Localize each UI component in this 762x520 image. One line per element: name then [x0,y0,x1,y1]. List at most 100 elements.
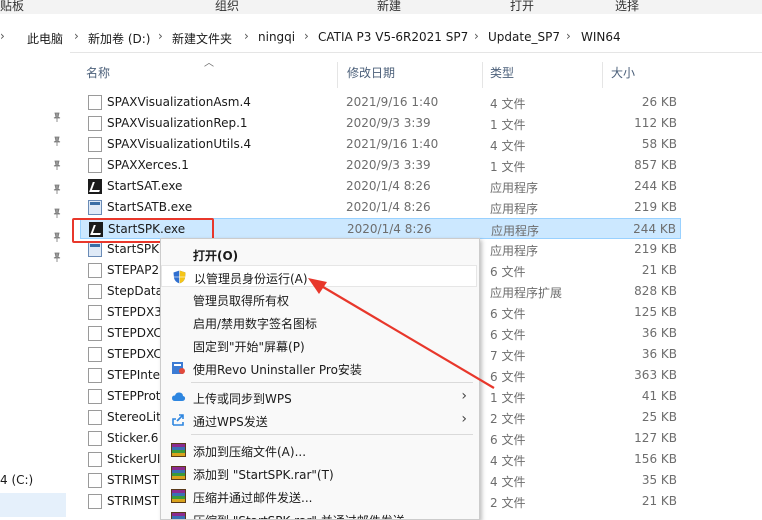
file-name: SPAXXerces.1 [107,158,189,172]
file-name: SPAXVisualizationRep.1 [107,116,248,130]
ribbon-strip: 贴板 组织 新建 打开 选择 [0,0,762,14]
file-name: STEPAP2 [107,263,160,277]
uac-shield-icon [173,270,186,284]
menu-item-label: 添加到 "StartSPK.rar"(T) [193,468,334,482]
address-bar[interactable]: › 此电脑 › 新加卷 (D:) › 新建文件夹 › ningqi › CATI… [0,22,762,53]
file-size: 112 KB [634,116,677,130]
menu-item-run-as-admin[interactable]: 以管理员身份运行(A) [161,265,477,287]
pin-icon [53,252,61,262]
file-icon [88,305,102,320]
ribbon-new-label[interactable]: 新建 [377,0,401,14]
breadcrumb-item-new-folder[interactable]: 新建文件夹 [172,30,232,47]
menu-item-wps-send[interactable]: 通过WPS发送 › [161,409,477,431]
file-row[interactable]: StartSATB.exe 2020/1/4 8:26 应用程序 219 KB [80,197,681,218]
menu-item-revo-install[interactable]: 使用Revo Uninstaller Pro安装 [161,357,477,379]
chevron-right-icon[interactable]: › [474,29,479,43]
column-divider[interactable] [337,62,338,88]
file-name: StereoLit [107,410,161,424]
menu-item-compress-and-email[interactable]: 压缩并通过邮件发送... [161,485,477,507]
nav-item-drive-c[interactable]: 4 (C:) [0,473,33,487]
file-type: 4 文件 [490,139,526,153]
ribbon-clipboard-label[interactable]: 贴板 [0,0,24,14]
file-size: 156 KB [634,452,677,466]
file-icon [88,263,102,278]
chevron-right-icon[interactable]: › [244,29,249,43]
file-type: 应用程序 [490,244,539,258]
file-row[interactable]: SPAXVisualizationAsm.4 2021/9/16 1:40 4 文件… [80,92,681,113]
breadcrumb-item-this-pc[interactable]: 此电脑 [27,30,63,47]
menu-item-add-to-archive[interactable]: 添加到压缩文件(A)... [161,439,477,461]
file-name: STEPInte [107,368,160,382]
column-divider[interactable] [602,62,603,88]
file-size: 244 KB [633,222,676,236]
file-name: STEPDX3 [107,305,162,319]
chevron-right-icon[interactable]: › [304,29,309,43]
file-icon [88,158,102,173]
pin-icon [53,160,61,170]
menu-item-wps-sync[interactable]: 上传或同步到WPS › [161,386,477,408]
chevron-right-icon[interactable]: › [74,29,79,43]
file-date: 2020/9/3 3:39 [346,158,431,172]
menu-item-signature-icon[interactable]: 启用/禁用数字签名图标 [161,311,477,333]
file-icon [88,326,102,341]
file-type: 6 文件 [490,265,526,279]
breadcrumb-item-update-sp7[interactable]: Update_SP7 [488,30,560,44]
file-row[interactable]: SPAXVisualizationUtils.4 2021/9/16 1:40 4 … [80,134,681,155]
menu-item-label: 压缩并通过邮件发送... [193,491,313,505]
menu-item-label: 上传或同步到WPS [193,392,292,406]
chevron-right-icon[interactable]: › [158,29,163,43]
menu-item-take-ownership[interactable]: 管理员取得所有权 [161,288,477,310]
application-icon [88,200,102,215]
ribbon-open-label[interactable]: 打开 [510,0,534,14]
chevron-right-icon[interactable]: › [566,29,571,43]
menu-item-add-to-startspk-rar[interactable]: 添加到 "StartSPK.rar"(T) [161,462,477,484]
menu-item-pin-to-start[interactable]: 固定到"开始"屏幕(P) [161,334,477,356]
column-header-size[interactable]: 大小 [611,64,635,86]
file-type: 应用程序 [490,202,539,216]
menu-item-open[interactable]: 打开(O) [161,243,477,265]
breadcrumb-item-win64[interactable]: WIN64 [581,30,621,44]
file-date: 2020/1/4 8:26 [346,200,431,214]
file-size: 857 KB [634,158,677,172]
revo-uninstaller-icon [172,362,185,374]
breadcrumb-item-catia[interactable]: CATIA P3 V5-6R2021 SP7 [318,30,468,44]
file-size: 25 KB [641,410,677,424]
breadcrumb-item-drive-d[interactable]: 新加卷 (D:) [88,30,150,47]
column-header-type[interactable]: 类型 [490,64,514,86]
column-header-date[interactable]: 修改日期 [347,64,395,86]
file-row[interactable]: StartSAT.exe 2020/1/4 8:26 应用程序 244 KB [80,176,681,197]
ribbon-organize-label[interactable]: 组织 [215,0,239,14]
file-row[interactable]: SPAXXerces.1 2020/9/3 3:39 1 文件 857 KB [80,155,681,176]
file-row[interactable]: SPAXVisualizationRep.1 2020/9/3 3:39 1 文件 1… [80,113,681,134]
nav-selected-item[interactable] [0,493,66,517]
file-size: 219 KB [634,200,677,214]
chevron-right-icon[interactable]: › [0,29,5,43]
file-type: 2 文件 [490,412,526,426]
file-name: STEPProt [107,389,161,403]
column-divider[interactable] [482,62,483,88]
menu-item-label: 打开(O) [193,249,239,263]
file-size: 41 KB [641,389,677,403]
breadcrumb-item-ningqi[interactable]: ningqi [258,30,295,44]
winrar-icon [171,466,186,480]
file-type: 应用程序扩展 [490,286,563,300]
pin-icon [53,136,61,146]
file-icon [88,368,102,383]
file-type: 应用程序 [491,224,540,238]
menu-item-compress-to-rar-and-email[interactable]: 压缩到 "StartSPK.rar" 并通过邮件发送 [161,508,477,519]
column-header-name[interactable]: 名称 [86,64,110,86]
winrar-icon [171,489,186,503]
file-icon [88,410,102,425]
menu-item-label: 添加到压缩文件(A)... [193,445,307,459]
file-date: 2021/9/16 1:40 [346,137,439,151]
file-type: 1 文件 [490,118,526,132]
ribbon-select-label[interactable]: 选择 [615,0,639,14]
file-icon [88,284,102,299]
file-name: StartSPK [107,242,160,256]
file-name: StepData [107,284,163,298]
file-type: 7 文件 [490,349,526,363]
file-type: 1 文件 [490,160,526,174]
file-icon [88,389,102,404]
menu-separator [191,434,473,435]
file-size: 363 KB [634,368,677,382]
